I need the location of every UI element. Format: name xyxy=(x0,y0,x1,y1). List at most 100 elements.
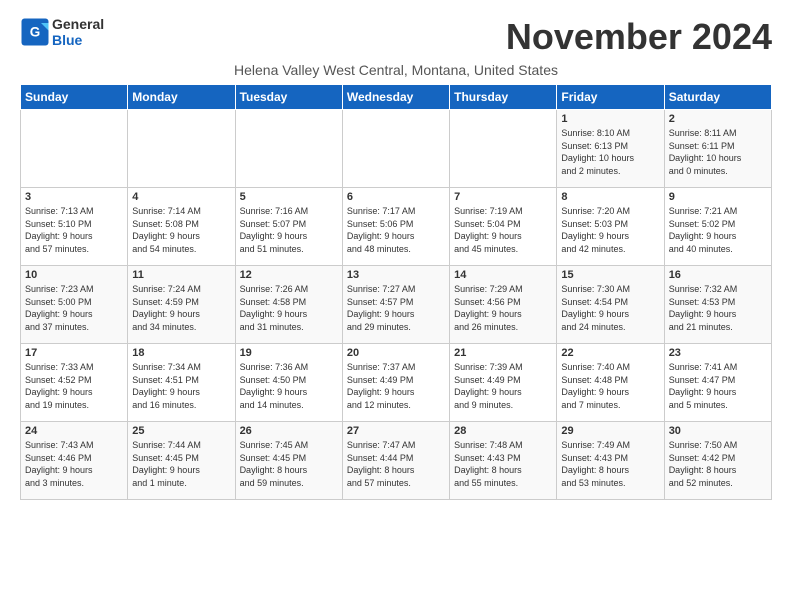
week-row-1: 1 Sunrise: 8:10 AM Sunset: 6:13 PM Daylig… xyxy=(21,110,772,188)
day-info: Sunrise: 7:14 AM Sunset: 5:08 PM Dayligh… xyxy=(132,205,230,255)
logo-icon: G xyxy=(20,17,50,47)
day-cell: 19Sunrise: 7:36 AM Sunset: 4:50 PM Dayli… xyxy=(235,344,342,422)
day-cell: 28Sunrise: 7:48 AM Sunset: 4:43 PM Dayli… xyxy=(450,422,557,500)
day-info: Sunrise: 7:17 AM Sunset: 5:06 PM Dayligh… xyxy=(347,205,445,255)
day-cell: 29 Sunrise: 7:49 AM Sunset: 4:43 PM Dayli… xyxy=(557,422,664,500)
day-number: 29 xyxy=(561,425,659,437)
day-number: 20 xyxy=(347,347,445,359)
day-info: Sunrise: 7:20 AM Sunset: 5:03 PM Dayligh… xyxy=(561,205,659,255)
logo: G General Blue xyxy=(20,16,104,48)
day-number: 5 xyxy=(240,191,338,203)
month-title: November 2024 xyxy=(506,16,772,58)
day-info: Sunrise: 8:11 AM Sunset: 6:11 PM Dayligh… xyxy=(669,127,767,177)
header-day-wednesday: Wednesday xyxy=(342,85,449,110)
day-info: Sunrise: 7:37 AM Sunset: 4:49 PM Dayligh… xyxy=(347,361,445,411)
day-info: Sunrise: 7:30 AM Sunset: 4:54 PM Dayligh… xyxy=(561,283,659,333)
day-number: 8 xyxy=(561,191,659,203)
day-cell: 5Sunrise: 7:16 AM Sunset: 5:07 PM Daylig… xyxy=(235,188,342,266)
day-number: 2 xyxy=(669,113,767,125)
day-number: 25 xyxy=(132,425,230,437)
day-cell xyxy=(450,110,557,188)
day-cell: 4Sunrise: 7:14 AM Sunset: 5:08 PM Daylig… xyxy=(128,188,235,266)
day-number: 24 xyxy=(25,425,123,437)
day-number: 27 xyxy=(347,425,445,437)
day-info: Sunrise: 7:21 AM Sunset: 5:02 PM Dayligh… xyxy=(669,205,767,255)
day-number: 11 xyxy=(132,269,230,281)
day-cell: 21 Sunrise: 7:39 AM Sunset: 4:49 PM Dayli… xyxy=(450,344,557,422)
day-cell: 15Sunrise: 7:30 AM Sunset: 4:54 PM Dayli… xyxy=(557,266,664,344)
day-number: 3 xyxy=(25,191,123,203)
day-info: Sunrise: 7:48 AM Sunset: 4:43 PM Dayligh… xyxy=(454,439,552,489)
day-cell: 12 Sunrise: 7:26 AM Sunset: 4:58 PM Dayli… xyxy=(235,266,342,344)
week-row-2: 3 Sunrise: 7:13 AM Sunset: 5:10 PM Daylig… xyxy=(21,188,772,266)
calendar-table: SundayMondayTuesdayWednesdayThursdayFrid… xyxy=(20,84,772,500)
page: G General Blue November 2024 Helena Vall… xyxy=(0,0,792,510)
day-cell: 6Sunrise: 7:17 AM Sunset: 5:06 PM Daylig… xyxy=(342,188,449,266)
day-info: Sunrise: 7:29 AM Sunset: 4:56 PM Dayligh… xyxy=(454,283,552,333)
day-cell xyxy=(128,110,235,188)
day-info: Sunrise: 7:27 AM Sunset: 4:57 PM Dayligh… xyxy=(347,283,445,333)
day-number: 10 xyxy=(25,269,123,281)
day-number: 17 xyxy=(25,347,123,359)
day-number: 26 xyxy=(240,425,338,437)
header-row: G General Blue November 2024 xyxy=(20,16,772,58)
calendar-header: SundayMondayTuesdayWednesdayThursdayFrid… xyxy=(21,85,772,110)
day-number: 13 xyxy=(347,269,445,281)
day-info: Sunrise: 7:50 AM Sunset: 4:42 PM Dayligh… xyxy=(669,439,767,489)
day-cell: 20 Sunrise: 7:37 AM Sunset: 4:49 PM Dayli… xyxy=(342,344,449,422)
header-day-thursday: Thursday xyxy=(450,85,557,110)
day-number: 12 xyxy=(240,269,338,281)
day-number: 7 xyxy=(454,191,552,203)
week-row-3: 10 Sunrise: 7:23 AM Sunset: 5:00 PM Dayli… xyxy=(21,266,772,344)
day-cell: 26 Sunrise: 7:45 AM Sunset: 4:45 PM Dayli… xyxy=(235,422,342,500)
day-number: 21 xyxy=(454,347,552,359)
day-info: Sunrise: 7:40 AM Sunset: 4:48 PM Dayligh… xyxy=(561,361,659,411)
day-cell: 14 Sunrise: 7:29 AM Sunset: 4:56 PM Dayli… xyxy=(450,266,557,344)
day-cell: 27Sunrise: 7:47 AM Sunset: 4:44 PM Dayli… xyxy=(342,422,449,500)
day-cell: 30 Sunrise: 7:50 AM Sunset: 4:42 PM Dayli… xyxy=(664,422,771,500)
day-cell xyxy=(21,110,128,188)
day-info: Sunrise: 7:13 AM Sunset: 5:10 PM Dayligh… xyxy=(25,205,123,255)
day-number: 14 xyxy=(454,269,552,281)
header-day-monday: Monday xyxy=(128,85,235,110)
header-day-saturday: Saturday xyxy=(664,85,771,110)
day-number: 1 xyxy=(561,113,659,125)
day-info: Sunrise: 7:33 AM Sunset: 4:52 PM Dayligh… xyxy=(25,361,123,411)
day-info: Sunrise: 7:24 AM Sunset: 4:59 PM Dayligh… xyxy=(132,283,230,333)
day-info: Sunrise: 7:26 AM Sunset: 4:58 PM Dayligh… xyxy=(240,283,338,333)
day-cell xyxy=(235,110,342,188)
day-cell: 9 Sunrise: 7:21 AM Sunset: 5:02 PM Daylig… xyxy=(664,188,771,266)
day-cell: 16Sunrise: 7:32 AM Sunset: 4:53 PM Dayli… xyxy=(664,266,771,344)
day-number: 9 xyxy=(669,191,767,203)
day-cell: 25 Sunrise: 7:44 AM Sunset: 4:45 PM Dayli… xyxy=(128,422,235,500)
week-row-5: 24 Sunrise: 7:43 AM Sunset: 4:46 PM Dayli… xyxy=(21,422,772,500)
day-info: Sunrise: 7:23 AM Sunset: 5:00 PM Dayligh… xyxy=(25,283,123,333)
day-cell: 23Sunrise: 7:41 AM Sunset: 4:47 PM Dayli… xyxy=(664,344,771,422)
day-cell: 3 Sunrise: 7:13 AM Sunset: 5:10 PM Daylig… xyxy=(21,188,128,266)
svg-text:G: G xyxy=(30,25,41,40)
day-number: 18 xyxy=(132,347,230,359)
header-row-days: SundayMondayTuesdayWednesdayThursdayFrid… xyxy=(21,85,772,110)
header-day-friday: Friday xyxy=(557,85,664,110)
day-info: Sunrise: 8:10 AM Sunset: 6:13 PM Dayligh… xyxy=(561,127,659,177)
day-info: Sunrise: 7:43 AM Sunset: 4:46 PM Dayligh… xyxy=(25,439,123,489)
day-cell: 7 Sunrise: 7:19 AM Sunset: 5:04 PM Daylig… xyxy=(450,188,557,266)
day-cell xyxy=(342,110,449,188)
day-info: Sunrise: 7:49 AM Sunset: 4:43 PM Dayligh… xyxy=(561,439,659,489)
title-block: November 2024 xyxy=(506,16,772,58)
day-info: Sunrise: 7:32 AM Sunset: 4:53 PM Dayligh… xyxy=(669,283,767,333)
day-cell: 1 Sunrise: 8:10 AM Sunset: 6:13 PM Daylig… xyxy=(557,110,664,188)
header-day-sunday: Sunday xyxy=(21,85,128,110)
day-info: Sunrise: 7:44 AM Sunset: 4:45 PM Dayligh… xyxy=(132,439,230,489)
day-cell: 8 Sunrise: 7:20 AM Sunset: 5:03 PM Daylig… xyxy=(557,188,664,266)
header-day-tuesday: Tuesday xyxy=(235,85,342,110)
day-info: Sunrise: 7:45 AM Sunset: 4:45 PM Dayligh… xyxy=(240,439,338,489)
day-number: 30 xyxy=(669,425,767,437)
logo-text: General Blue xyxy=(52,16,104,48)
day-info: Sunrise: 7:36 AM Sunset: 4:50 PM Dayligh… xyxy=(240,361,338,411)
day-cell: 13 Sunrise: 7:27 AM Sunset: 4:57 PM Dayli… xyxy=(342,266,449,344)
day-info: Sunrise: 7:39 AM Sunset: 4:49 PM Dayligh… xyxy=(454,361,552,411)
day-cell: 22 Sunrise: 7:40 AM Sunset: 4:48 PM Dayli… xyxy=(557,344,664,422)
day-number: 22 xyxy=(561,347,659,359)
day-info: Sunrise: 7:19 AM Sunset: 5:04 PM Dayligh… xyxy=(454,205,552,255)
